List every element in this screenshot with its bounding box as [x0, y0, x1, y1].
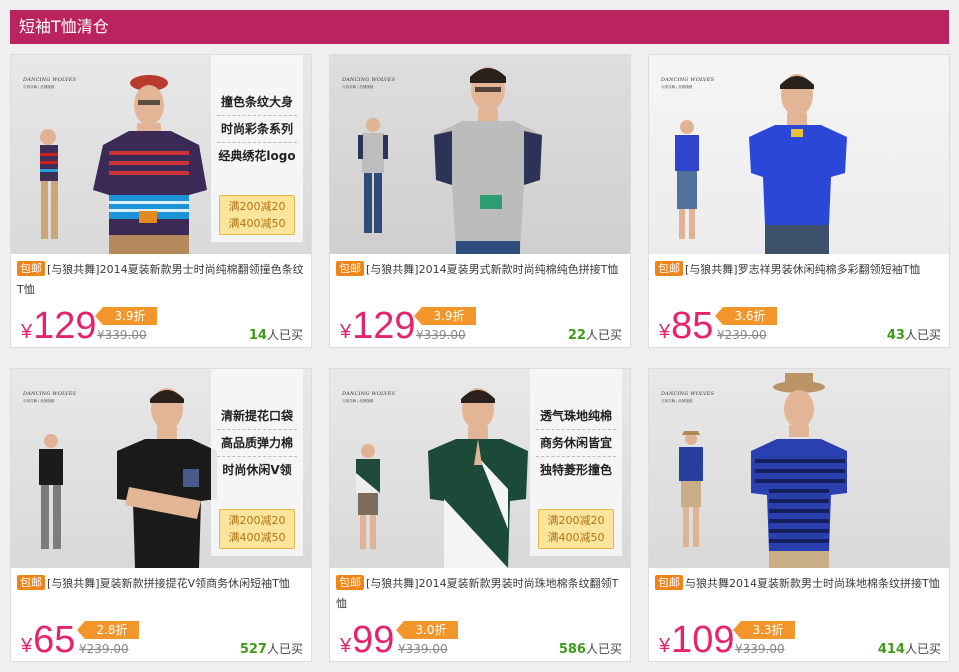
product-title[interactable]: 包邮 与狼共舞2014夏装新款男士时尚珠地棉条纹拼接T恤 [655, 574, 945, 594]
feature-text: 时尚彩条系列 [217, 116, 297, 143]
product-image[interactable]: DANCING WOLVES 与狼共舞 | 品牌旗舰 [649, 55, 949, 254]
promo-badge: 满200减20 满400减50 [538, 509, 614, 549]
price: ¥129 [340, 305, 416, 347]
price: ¥129 [21, 305, 97, 347]
original-price: ¥239.00 [79, 642, 129, 656]
feature-text: 经典绣花logo [218, 149, 296, 163]
product-title[interactable]: 包邮 [与狼共舞]2014夏装新款男装时尚珠地棉条纹翻领T恤 [336, 574, 626, 614]
discount-badge: 3.6折 [715, 307, 777, 325]
product-card[interactable]: DANCING WOLVES 与狼共舞 | 品牌旗舰 包邮 与狼共舞2014夏装新款… [648, 368, 950, 662]
product-card[interactable]: DANCING WOLVES与狼共舞 | 品牌旗舰 撞色条纹大身 时尚彩条系列 [10, 54, 312, 348]
model-illustration [39, 388, 217, 568]
product-image[interactable]: DANCING WOLVES 与狼共舞 | 品牌旗舰 清新提花口袋 高品质弹力棉 … [11, 369, 311, 568]
product-card[interactable]: DANCING WOLVES 与狼共舞 | 品牌旗舰 包邮 [与狼共舞]2014夏装… [329, 54, 631, 348]
product-title[interactable]: 包邮 [与狼共舞]夏装新款拼接提花V领商务休闲短袖T恤 [17, 574, 307, 594]
discount-badge: 3.0折 [396, 621, 458, 639]
feature-panel: 撞色条纹大身 时尚彩条系列 经典绣花logo 满200减20 满400减50 [211, 55, 303, 242]
feature-panel: 清新提花口袋 高品质弹力棉 时尚休闲V领 满200减20 满400减50 [211, 369, 303, 556]
free-shipping-tag: 包邮 [17, 261, 45, 276]
feature-text: 清新提花口袋 [217, 403, 297, 430]
free-shipping-tag: 包邮 [336, 575, 364, 590]
model-illustration [675, 74, 847, 254]
price: ¥109 [659, 619, 735, 661]
feature-panel: 透气珠地纯棉 商务休闲皆宜 独特菱形撞色 满200减20 满400减50 [530, 369, 622, 556]
price: ¥99 [340, 619, 395, 661]
feature-text: 时尚休闲V领 [222, 463, 292, 477]
promo-badge: 满200减20 满400减50 [219, 195, 295, 235]
model-illustration [356, 388, 528, 568]
free-shipping-tag: 包邮 [17, 575, 45, 590]
feature-text: 高品质弹力棉 [217, 430, 297, 457]
product-title[interactable]: 包邮 [与狼共舞]2014夏装新款男士时尚纯棉翻领撞色条纹T恤 [17, 260, 307, 300]
product-card[interactable]: DANCING WOLVES 与狼共舞 | 品牌旗舰 清新提花口袋 高品质弹力棉 … [10, 368, 312, 662]
feature-text: 商务休闲皆宜 [536, 430, 616, 457]
free-shipping-tag: 包邮 [655, 261, 683, 276]
sold-count: 527人已买 [239, 642, 303, 657]
sold-count: 14人已买 [248, 328, 303, 343]
original-price: ¥239.00 [717, 328, 767, 342]
discount-badge: 2.8折 [77, 621, 139, 639]
product-card[interactable]: DANCING WOLVES 与狼共舞 | 品牌旗舰 透气珠地纯棉 商务休闲皆宜 … [329, 368, 631, 662]
discount-badge: 3.3折 [733, 621, 795, 639]
product-image[interactable]: DANCING WOLVES 与狼共舞 | 品牌旗舰 [649, 369, 949, 568]
model-illustration [40, 75, 207, 254]
price: ¥85 [659, 305, 714, 347]
product-title[interactable]: 包邮 [与狼共舞]罗志祥男装休闲纯棉多彩翻领短袖T恤 [655, 260, 945, 280]
sold-count: 414人已买 [877, 642, 941, 657]
section-title: 短袖T恤清仓 [19, 17, 109, 36]
feature-text: 透气珠地纯棉 [536, 403, 616, 430]
discount-badge: 3.9折 [414, 307, 476, 325]
free-shipping-tag: 包邮 [336, 261, 364, 276]
sold-count: 43人已买 [886, 328, 941, 343]
sold-count: 586人已买 [558, 642, 622, 657]
free-shipping-tag: 包邮 [655, 575, 683, 590]
original-price: ¥339.00 [97, 328, 147, 342]
promo-badge: 满200减20 满400减50 [219, 509, 295, 549]
feature-text: 撞色条纹大身 [217, 89, 297, 116]
feature-text: 独特菱形撞色 [539, 463, 612, 477]
discount-badge: 3.9折 [95, 307, 157, 325]
original-price: ¥339.00 [416, 328, 466, 342]
product-title[interactable]: 包邮 [与狼共舞]2014夏装男式新款时尚纯棉纯色拼接T恤 [336, 260, 626, 280]
product-image[interactable]: DANCING WOLVES 与狼共舞 | 品牌旗舰 [330, 55, 630, 254]
original-price: ¥339.00 [735, 642, 785, 656]
product-image[interactable]: DANCING WOLVES与狼共舞 | 品牌旗舰 撞色条纹大身 时尚彩条系列 [11, 55, 311, 254]
section-header: 短袖T恤清仓 [10, 10, 949, 44]
price: ¥65 [21, 619, 76, 661]
sold-count: 22人已买 [567, 328, 622, 343]
product-image[interactable]: DANCING WOLVES 与狼共舞 | 品牌旗舰 透气珠地纯棉 商务休闲皆宜 … [330, 369, 630, 568]
original-price: ¥339.00 [398, 642, 448, 656]
model-illustration [358, 67, 542, 254]
product-card[interactable]: DANCING WOLVES 与狼共舞 | 品牌旗舰 包邮 [与狼共舞]罗志祥男装休… [648, 54, 950, 348]
model-illustration [679, 373, 847, 568]
